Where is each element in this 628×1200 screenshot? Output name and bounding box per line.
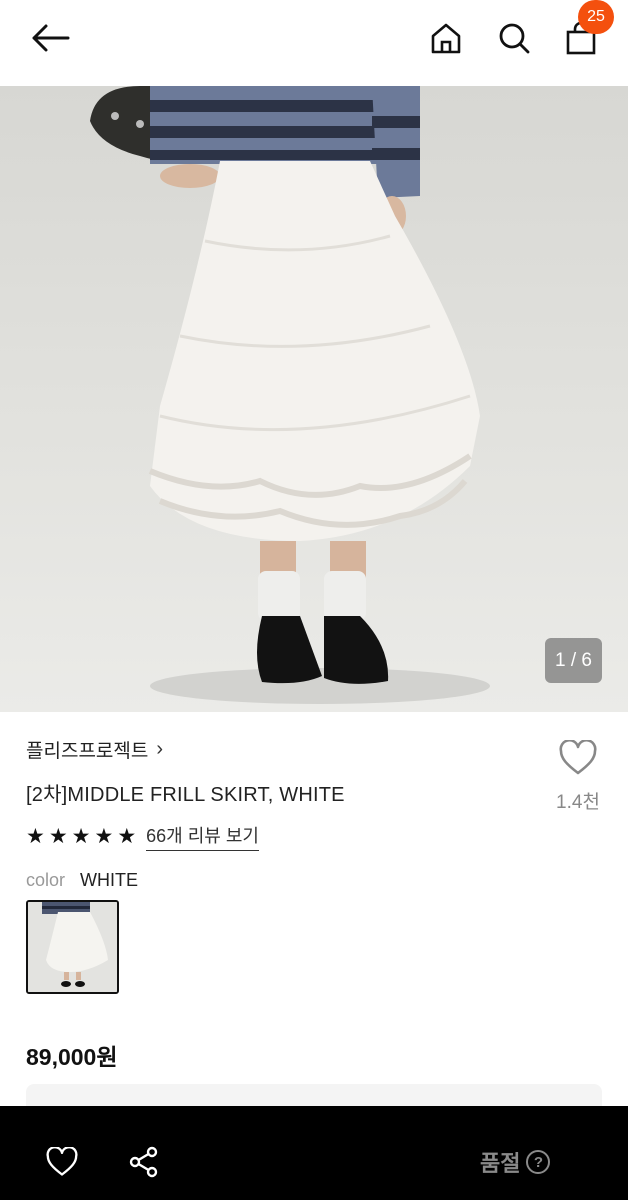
star-icon: ★ — [117, 825, 137, 848]
color-value: WHITE — [80, 870, 139, 890]
image-counter: 1 / 6 — [545, 638, 602, 683]
back-button[interactable] — [28, 16, 72, 60]
heart-outline-icon — [559, 738, 597, 775]
brand-name: 플리즈프로젝트 — [26, 741, 149, 762]
help-icon: ? — [526, 1150, 551, 1174]
color-label: color — [26, 870, 66, 890]
like-count: 1.4천 — [556, 792, 600, 813]
wishlist-button[interactable] — [40, 1140, 84, 1184]
rating-row: ★ ★ ★ ★ ★ 66개 리뷰 보기 — [26, 822, 259, 851]
home-button[interactable] — [424, 16, 468, 60]
brand-link[interactable]: 플리즈프로젝트 › — [26, 736, 163, 763]
star-icon: ★ — [71, 825, 91, 848]
product-price: 89,000원 — [26, 1044, 118, 1070]
star-icon: ★ — [94, 825, 114, 848]
product-photo — [90, 86, 490, 704]
color-option-white[interactable] — [26, 900, 119, 994]
star-icon: ★ — [48, 825, 68, 848]
product-title: [2차]MIDDLE FRILL SKIRT, WHITE — [26, 784, 345, 806]
review-link[interactable]: 66개 리뷰 보기 — [146, 822, 259, 851]
swatch-thumbnail — [28, 902, 117, 992]
color-row: color WHITE — [26, 870, 138, 891]
soldout-status[interactable]: 품절 ? — [480, 1146, 551, 1178]
share-icon — [129, 1146, 158, 1178]
like-button[interactable]: 1.4천 — [548, 738, 608, 814]
search-icon — [499, 23, 530, 54]
chevron-right-icon: › — [156, 738, 164, 760]
top-nav: 25 — [0, 0, 628, 86]
heart-outline-icon — [46, 1147, 78, 1176]
star-icon: ★ — [26, 825, 45, 848]
cart-count-badge: 25 — [578, 0, 614, 34]
soldout-label: 품절 — [480, 1151, 521, 1176]
search-button[interactable] — [492, 16, 536, 60]
product-image[interactable]: 1 / 6 — [0, 86, 628, 712]
share-button[interactable] — [122, 1140, 166, 1184]
bottom-action-bar: 품절 ? — [0, 1106, 628, 1200]
home-icon — [431, 23, 461, 54]
arrow-left-icon — [32, 24, 70, 52]
